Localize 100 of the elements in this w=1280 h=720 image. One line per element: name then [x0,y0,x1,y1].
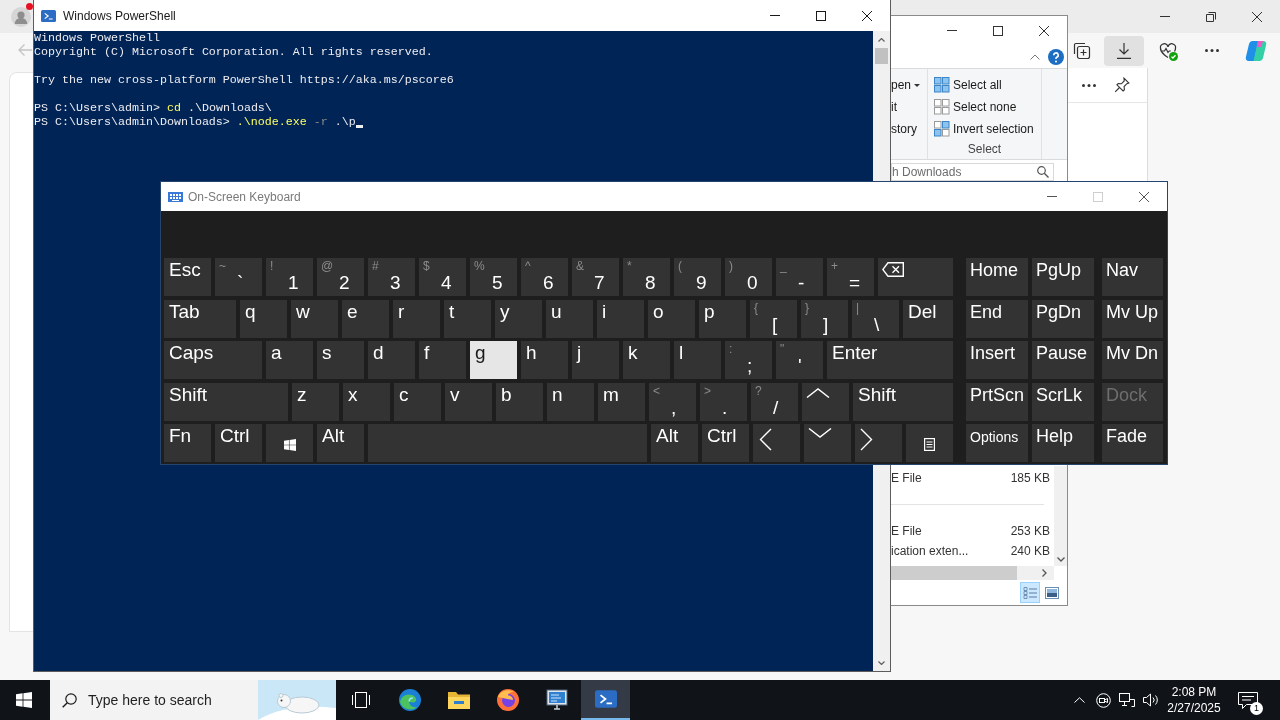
keyboard-key[interactable]: f [419,341,466,379]
keyboard-key[interactable]: ) 0 [725,258,772,296]
keyboard-key[interactable]: Fn [164,424,211,462]
keyboard-key[interactable]: PgUp [1032,258,1094,296]
search-bar[interactable]: Type here to search [50,680,336,720]
keyboard-key[interactable]: a [266,341,313,379]
keyboard-key[interactable]: w [291,299,338,338]
keyboard-key[interactable]: Caps [164,341,262,379]
clock-date[interactable]: 2/27/2025 [1167,700,1221,716]
keyboard-key[interactable]: q [240,299,287,338]
keyboard-key[interactable]: $ 4 [419,258,466,296]
keyboard-key[interactable]: Pause [1032,341,1094,379]
keyboard-key[interactable]: " ' [776,341,823,379]
keyboard-key[interactable]: ! 1 [266,258,313,296]
keyboard-key[interactable]: t [444,299,491,338]
keyboard-key[interactable]: Del [903,299,953,338]
keyboard-key[interactable]: Help [1032,424,1094,462]
keyboard-key[interactable]: d [368,341,415,379]
keyboard-key[interactable]: Options [966,424,1028,462]
keyboard-key[interactable]: Mv Up [1102,299,1163,338]
clock-time[interactable]: 2:08 PM [1171,684,1217,700]
ribbon-button[interactable]: Invert selection [934,118,1041,140]
keyboard-key[interactable]: Ctrl [215,424,262,462]
keyboard-key[interactable]: z [292,382,339,421]
windows-key[interactable] [266,424,313,462]
keyboard-key[interactable]: r [393,299,440,338]
collapse-ribbon-button[interactable] [1030,53,1040,60]
keyboard-key[interactable]: l [674,341,721,379]
keyboard-key[interactable]: v [445,382,492,421]
keyboard-key[interactable]: s [317,341,364,379]
keyboard-key[interactable]: PgDn [1032,299,1094,338]
keyboard-key[interactable]: ^ 6 [521,258,568,296]
keyboard-key[interactable]: j [572,341,619,379]
keyboard-key[interactable]: Tab [164,299,236,338]
keyboard-key[interactable]: Alt [317,424,364,462]
keyboard-key[interactable]: k [623,341,670,379]
arrow-down-key[interactable] [804,424,851,462]
keyboard-key[interactable]: Nav [1102,258,1163,296]
keyboard-key[interactable]: + = [827,258,874,296]
menu-key[interactable] [906,424,953,462]
keyboard-key[interactable]: PrtScn [966,382,1028,421]
keyboard-key[interactable]: Fade [1102,424,1163,462]
keyboard-key[interactable]: e [342,299,389,338]
keyboard-key[interactable]: Ctrl [702,424,749,462]
scrollbar-thumb[interactable] [891,566,1017,580]
keyboard-key[interactable]: # 3 [368,258,415,296]
keyboard-key[interactable]: Mv Dn [1102,341,1163,379]
backspace-key[interactable] [878,258,953,296]
keyboard-key[interactable]: Alt [651,424,698,462]
avatar-icon[interactable] [11,6,31,27]
search-field[interactable]: Type here to search [88,690,238,710]
keyboard-key[interactable]: n [547,382,594,421]
keyboard-key[interactable]: _ - [776,258,823,296]
keyboard-key[interactable]: g [470,341,517,379]
keyboard-key[interactable]: p [699,299,746,338]
keyboard-key[interactable]: * 8 [623,258,670,296]
keyboard-key[interactable]: h [521,341,568,379]
arrow-up-key[interactable] [802,382,849,421]
ribbon-button[interactable]: pen [891,74,927,96]
ribbon-button[interactable]: story [891,118,927,140]
keyboard-key[interactable]: End [966,299,1028,338]
horizontal-scrollbar[interactable] [891,566,1054,580]
notification-icon[interactable] [1238,691,1258,709]
keyboard-key[interactable]: b [496,382,543,421]
downloads-button[interactable] [1104,35,1144,66]
vertical-scrollbar[interactable] [1054,466,1067,566]
keyboard-key[interactable]: Insert [966,341,1028,379]
keyboard-key[interactable]: @ 2 [317,258,364,296]
keyboard-key[interactable]: { [ [750,299,797,338]
keyboard-key[interactable]: ( 9 [674,258,721,296]
arrow-left-key[interactable] [753,424,800,462]
keyboard-key[interactable]: x [343,382,390,421]
scrollbar-thumb[interactable] [875,48,888,64]
keyboard-key[interactable]: c [394,382,441,421]
keyboard-key[interactable]: ? / [751,382,798,421]
keyboard-key[interactable]: < , [649,382,696,421]
keyboard-key[interactable]: Esc [164,258,211,296]
keyboard-key[interactable]: Home [966,258,1028,296]
keyboard-key[interactable]: Enter [827,341,953,379]
ribbon-button[interactable]: Select all [934,74,1041,96]
keyboard-key[interactable]: ~ ` [215,258,262,296]
keyboard-key[interactable]: m [598,382,645,421]
arrow-right-key[interactable] [855,424,902,462]
keyboard-key[interactable]: & 7 [572,258,619,296]
keyboard-key[interactable]: | \ [852,299,899,338]
keyboard-key[interactable]: y [495,299,542,338]
search-field[interactable]: h Downloads [891,163,1054,181]
ribbon-button[interactable]: Select none [934,96,1041,118]
keyboard-key[interactable]: i [597,299,644,338]
keyboard-key[interactable]: % 5 [470,258,517,296]
keyboard-key[interactable]: o [648,299,695,338]
ribbon-button[interactable]: it [891,96,927,118]
keyboard-key[interactable]: Shift [164,382,288,421]
keyboard-key[interactable]: > . [700,382,747,421]
keyboard-key[interactable]: u [546,299,593,338]
help-button[interactable] [1048,48,1064,65]
keyboard-key[interactable]: ScrLk [1032,382,1094,421]
keyboard-key[interactable]: } ] [801,299,848,338]
keyboard-key[interactable]: : ; [725,341,772,379]
keyboard-key[interactable]: Shift [853,382,953,421]
